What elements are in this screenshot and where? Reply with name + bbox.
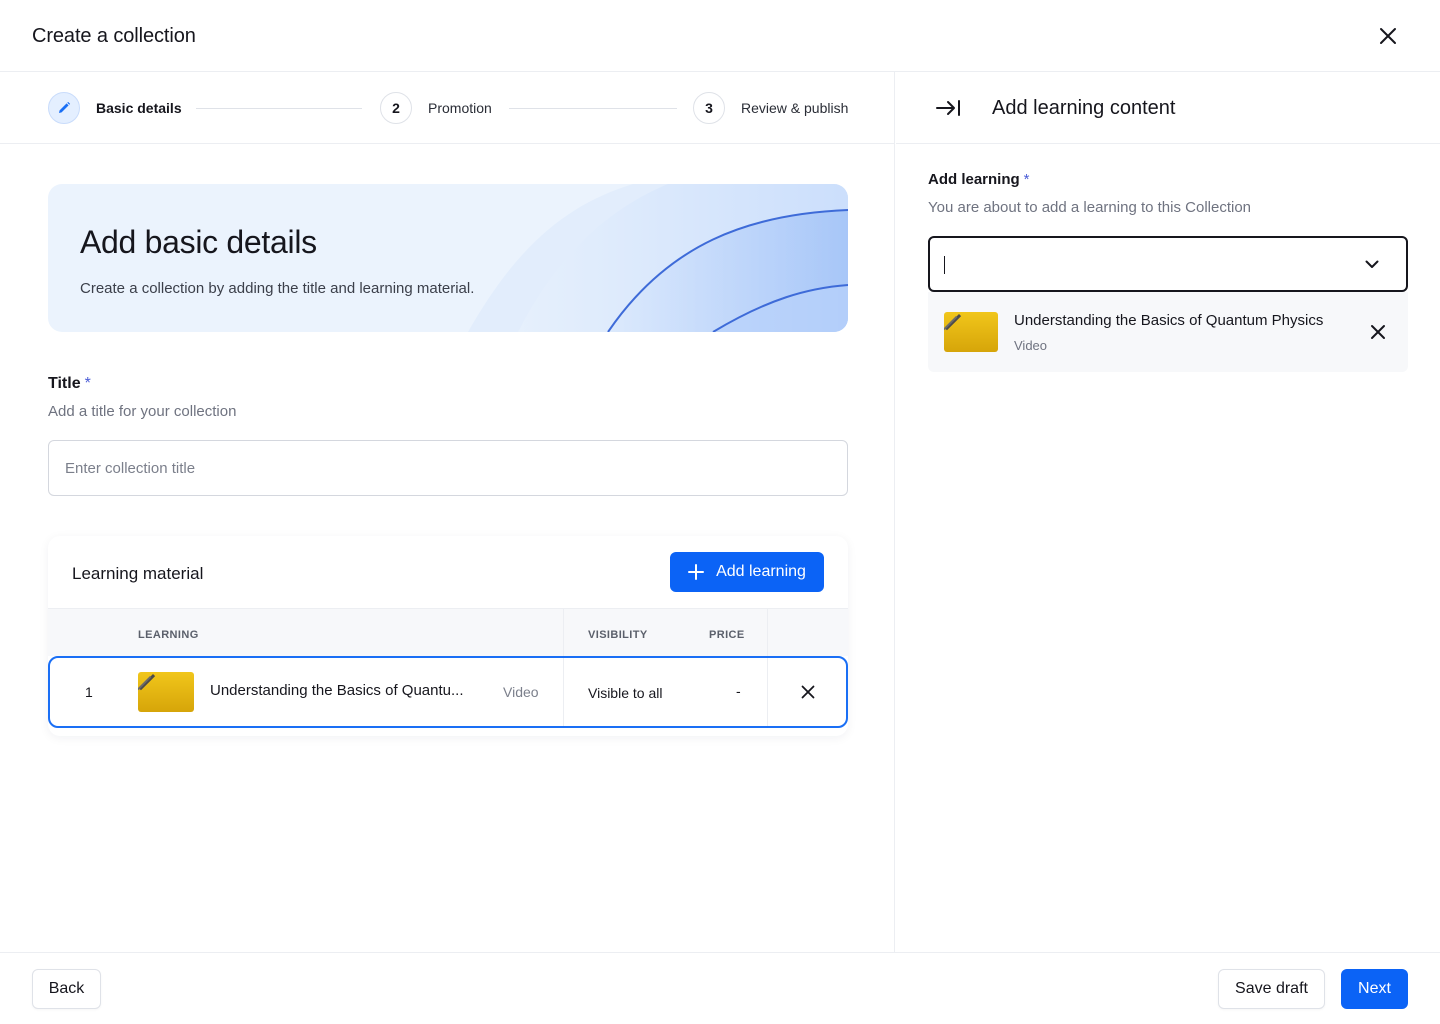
chevron-down-icon bbox=[1365, 260, 1379, 268]
title-label-text: Title bbox=[48, 375, 81, 392]
modal-header: Create a collection bbox=[0, 0, 1440, 72]
step-3-circle: 3 bbox=[693, 92, 725, 124]
column-divider bbox=[767, 609, 768, 657]
column-divider bbox=[563, 609, 564, 657]
step-label: Promotion bbox=[428, 100, 492, 116]
selected-learning-type: Video bbox=[1014, 338, 1048, 353]
hero-subtitle: Create a collection by adding the title … bbox=[80, 280, 475, 297]
close-icon bbox=[1380, 28, 1396, 44]
learning-search-select[interactable] bbox=[928, 236, 1408, 292]
table-header: LEARNING VISIBILITY PRICE bbox=[48, 608, 848, 657]
modal-title: Create a collection bbox=[32, 25, 196, 47]
pencil-icon bbox=[59, 101, 71, 113]
plus-icon bbox=[688, 564, 705, 580]
learning-name: Understanding the Basics of Quantu... bbox=[210, 682, 464, 699]
column-divider bbox=[767, 658, 768, 726]
required-mark: * bbox=[84, 375, 91, 392]
step-2-circle: 2 bbox=[380, 92, 412, 124]
required-mark: * bbox=[1023, 171, 1030, 188]
add-learning-panel: Add learning content Add learning * You a… bbox=[896, 72, 1440, 952]
add-learning-label-text: Add learning bbox=[928, 171, 1020, 188]
text-caret bbox=[944, 256, 945, 274]
step-promotion[interactable]: 2 Promotion bbox=[380, 92, 492, 124]
close-icon bbox=[1371, 325, 1385, 339]
add-learning-label: Add learning bbox=[716, 563, 806, 580]
title-field-label: Title * bbox=[48, 375, 91, 393]
collection-form-pane: Basic details 2 Promotion 3 Review & pub… bbox=[0, 72, 895, 952]
collapse-panel-button[interactable] bbox=[934, 96, 962, 120]
panel-header: Add learning content bbox=[896, 72, 1440, 144]
column-header-price: PRICE bbox=[709, 629, 745, 641]
column-header-learning: LEARNING bbox=[138, 629, 199, 641]
title-field-help: Add a title for your collection bbox=[48, 403, 237, 420]
table-row[interactable]: 1 Understanding the Basics of Quantu... … bbox=[48, 656, 848, 728]
save-draft-button[interactable]: Save draft bbox=[1218, 969, 1325, 1009]
learning-thumbnail bbox=[138, 672, 194, 712]
step-label: Review & publish bbox=[741, 100, 849, 116]
selected-learning-name: Understanding the Basics of Quantum Phys… bbox=[1014, 312, 1324, 329]
step-basic-details[interactable]: Basic details bbox=[48, 92, 182, 124]
next-button[interactable]: Next bbox=[1341, 969, 1408, 1009]
step-review-publish[interactable]: 3 Review & publish bbox=[693, 92, 848, 124]
step-connector bbox=[509, 108, 677, 109]
learning-material-title: Learning material bbox=[72, 564, 204, 583]
close-icon bbox=[801, 685, 815, 699]
remove-selected-learning-button[interactable] bbox=[1366, 320, 1390, 344]
selected-learning-item[interactable]: Understanding the Basics of Quantum Phys… bbox=[928, 292, 1408, 372]
step-connector bbox=[196, 108, 362, 109]
learning-material-card: Learning material Add learning LEARNING … bbox=[48, 536, 848, 736]
modal-footer: Back Save draft Next bbox=[0, 952, 1440, 1024]
stepper: Basic details 2 Promotion 3 Review & pub… bbox=[0, 72, 895, 144]
column-header-visibility: VISIBILITY bbox=[588, 629, 648, 641]
hero-title: Add basic details bbox=[80, 224, 317, 260]
remove-row-button[interactable] bbox=[796, 680, 820, 704]
collection-title-input[interactable] bbox=[48, 440, 848, 496]
learning-type: Video bbox=[503, 684, 539, 700]
hero-banner: Add basic details Create a collection by… bbox=[48, 184, 848, 332]
step-label: Basic details bbox=[96, 100, 182, 116]
close-modal-button[interactable] bbox=[1374, 22, 1402, 50]
step-1-circle bbox=[48, 92, 80, 124]
learning-price: - bbox=[736, 683, 741, 699]
back-button[interactable]: Back bbox=[32, 969, 101, 1009]
add-learning-button[interactable]: Add learning bbox=[670, 552, 824, 592]
add-learning-field-label: Add learning * bbox=[928, 171, 1030, 188]
learning-thumbnail bbox=[944, 312, 998, 352]
panel-title: Add learning content bbox=[992, 97, 1176, 119]
collapse-right-icon bbox=[936, 100, 960, 116]
add-learning-field-help: You are about to add a learning to this … bbox=[928, 199, 1252, 216]
row-index: 1 bbox=[85, 684, 93, 700]
column-divider bbox=[563, 658, 564, 726]
learning-visibility: Visible to all bbox=[588, 685, 663, 701]
dropdown-toggle[interactable] bbox=[1362, 254, 1382, 274]
